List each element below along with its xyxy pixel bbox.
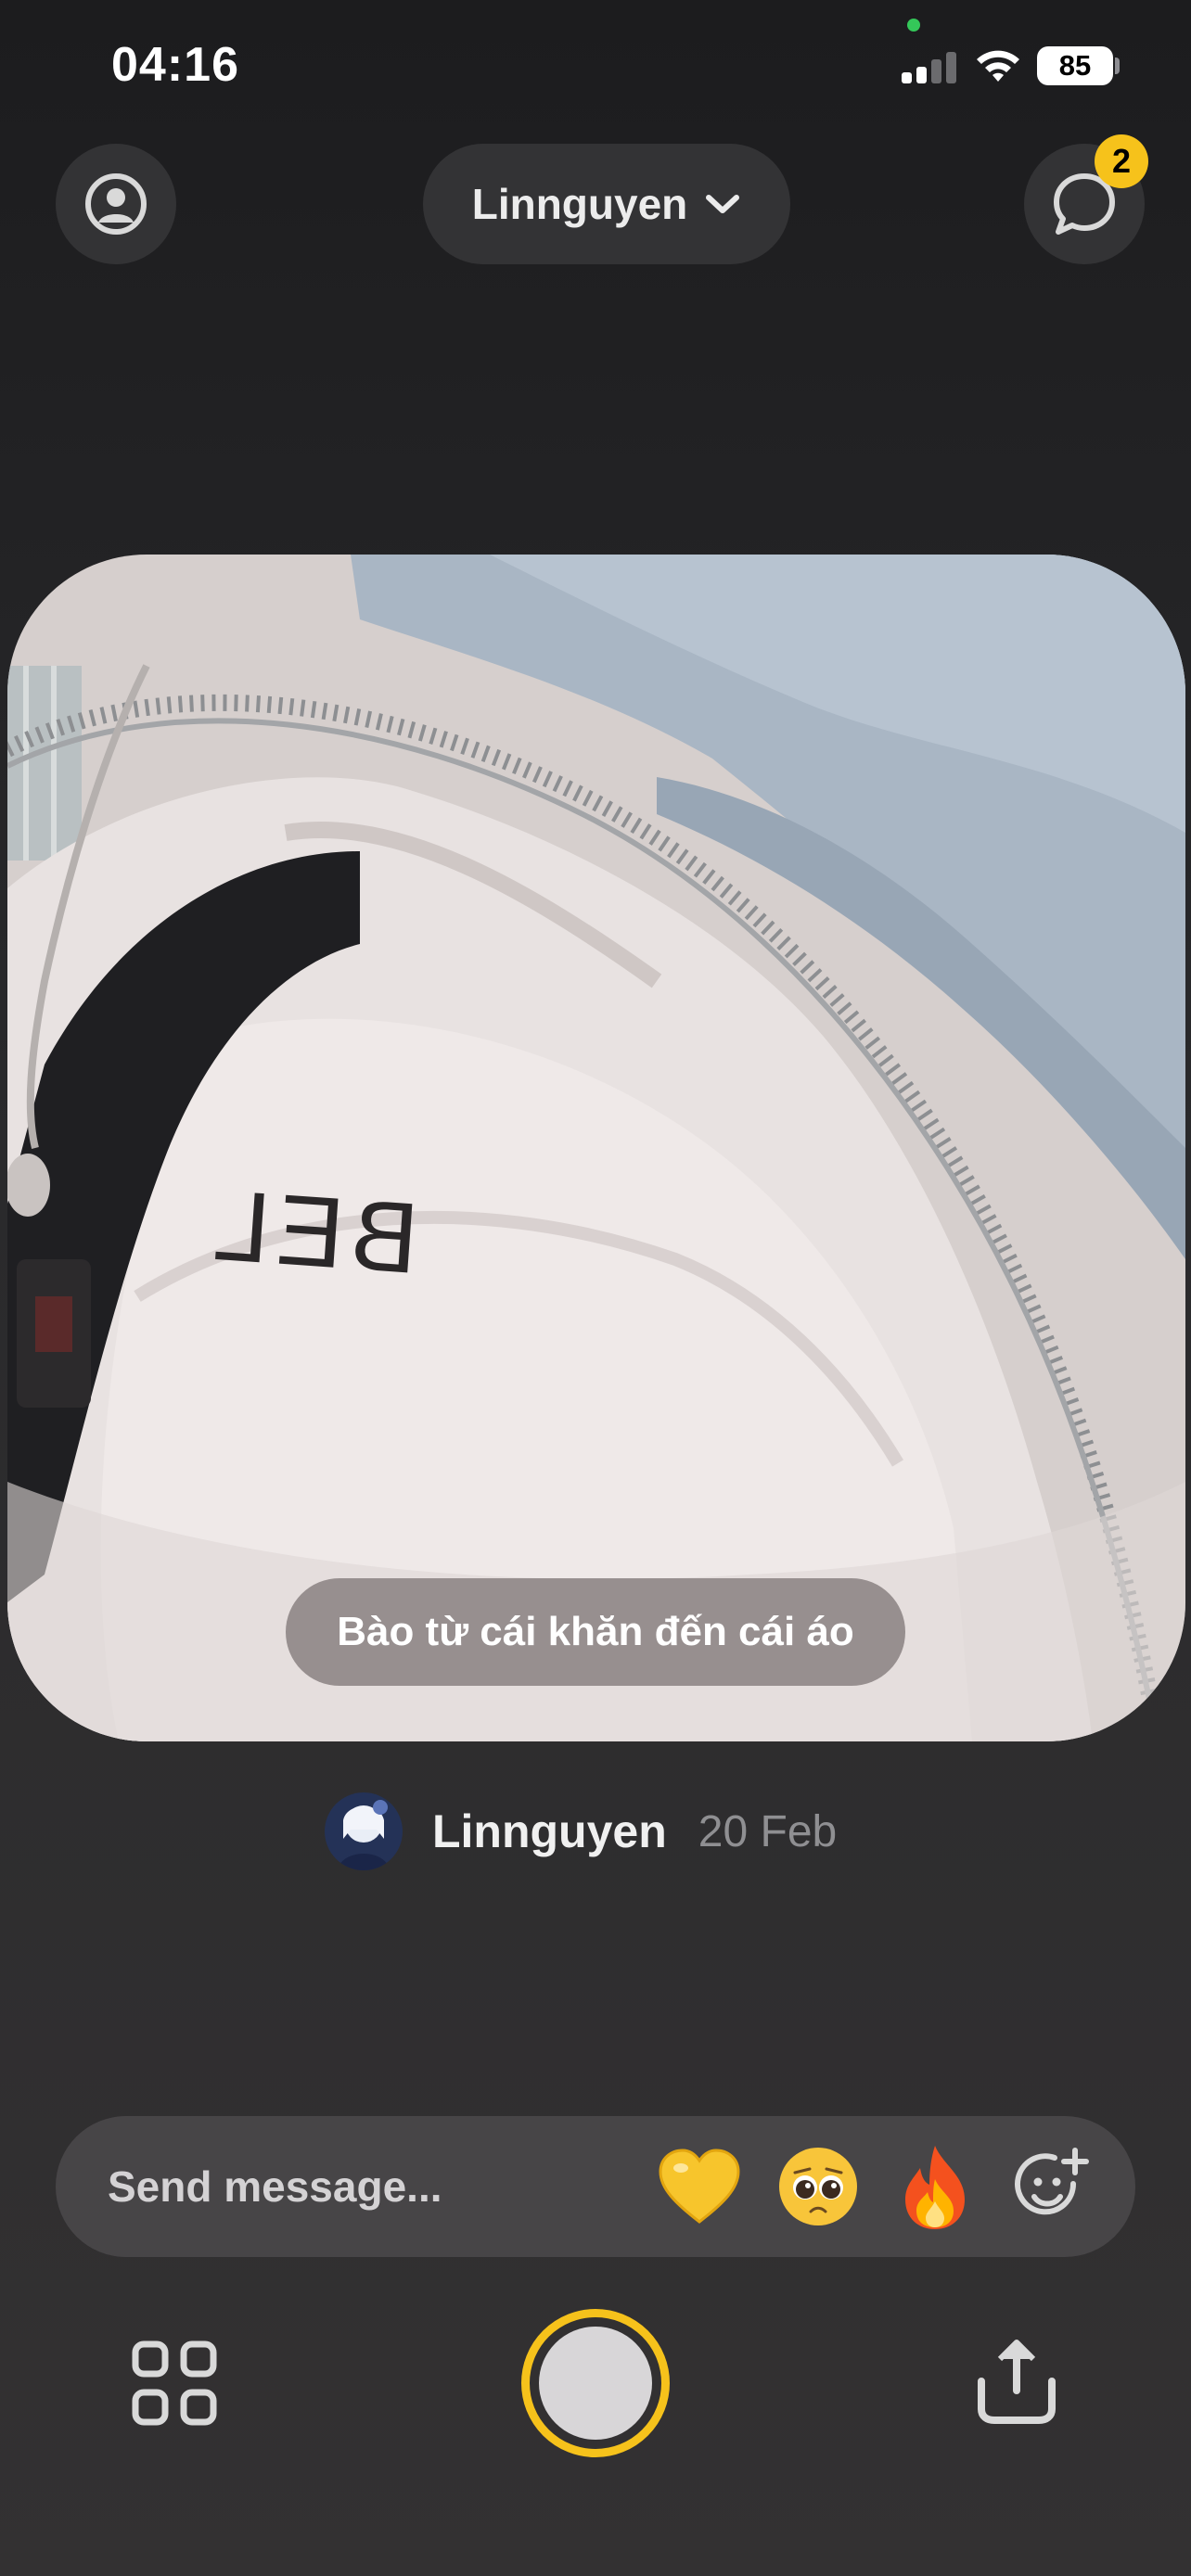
reaction-fire-button[interactable] [890,2142,980,2231]
post-photo: BEL [7,555,1185,1741]
message-bar [56,2116,1135,2257]
profile-icon [85,173,147,235]
avatar[interactable] [325,1792,403,1870]
grid-icon [132,2340,217,2426]
chevron-down-icon [706,195,740,213]
fire-icon [905,2146,965,2229]
yellow-heart-icon [659,2149,740,2224]
battery-tip [1115,57,1120,74]
message-input[interactable] [108,2116,627,2257]
photo-jacket-text: BEL [203,1167,422,1294]
status-time: 04:16 [111,38,239,92]
post-date: 20 Feb [698,1806,838,1856]
photo-card[interactable]: BEL [7,555,1185,1741]
friend-selector-label: Linnguyen [471,180,688,228]
add-reaction-button[interactable] [1007,2142,1096,2231]
cellular-signal-icon [902,50,959,83]
post-author-row[interactable]: Linnguyen 20 Feb [325,1792,837,1871]
status-bar: 04:16 85 [0,0,1191,139]
share-button[interactable] [972,2335,1061,2428]
capture-button-inner [539,2327,652,2440]
photo-caption: Bào từ cái khăn đến cái áo [286,1578,905,1686]
camera-in-use-indicator [907,19,920,32]
grid-view-button[interactable] [130,2339,219,2428]
add-emoji-icon [1015,2148,1089,2215]
wifi-icon [977,50,1019,82]
pleading-face-icon [779,2148,857,2225]
battery-icon: 85 [1037,46,1113,85]
avatar-image [325,1792,403,1870]
chat-unread-badge: 2 [1095,134,1148,188]
reaction-pleading-face-button[interactable] [774,2142,863,2231]
friend-selector-dropdown[interactable]: Linnguyen [423,144,790,264]
share-icon [978,2340,1056,2424]
reaction-yellow-heart-button[interactable] [655,2142,744,2231]
profile-button[interactable] [56,144,176,264]
author-name: Linnguyen [432,1805,667,1857]
capture-button[interactable] [521,2309,670,2457]
